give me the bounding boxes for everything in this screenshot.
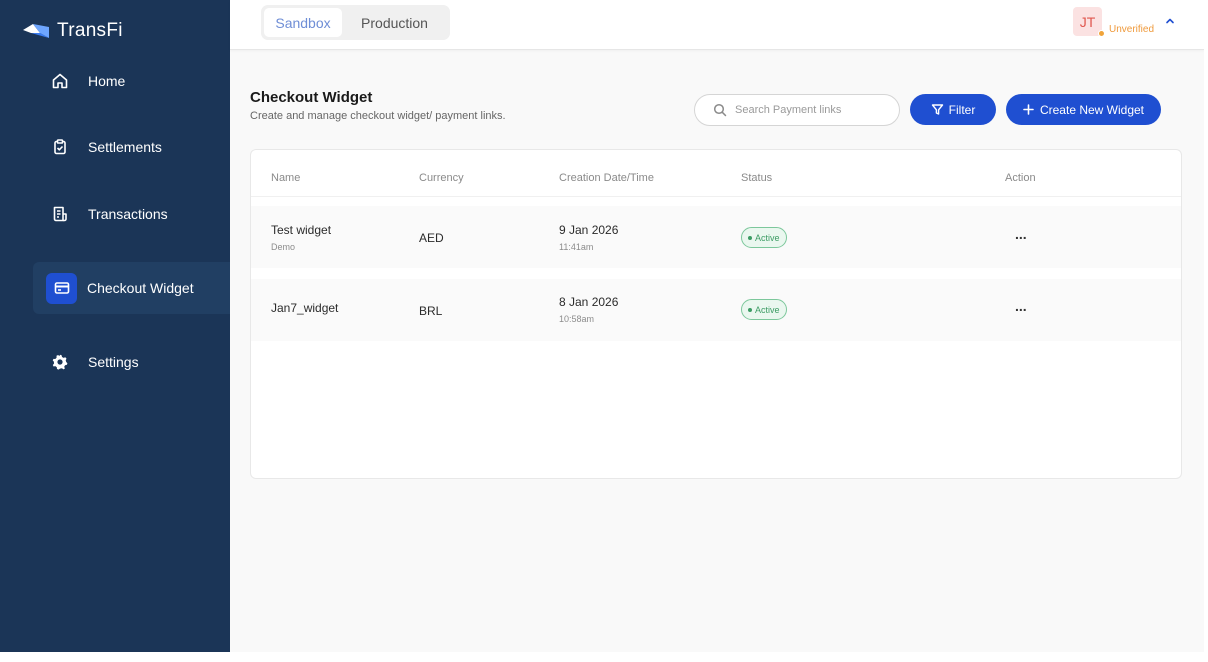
user-menu[interactable]: JT Unverified: [1073, 7, 1176, 37]
sidebar-item-home[interactable]: Home: [33, 55, 230, 107]
avatar-initials: JT: [1079, 13, 1096, 30]
avatar[interactable]: JT: [1073, 7, 1105, 37]
environment-switch: Sandbox Production: [261, 5, 450, 40]
clipboard-check-icon: [45, 132, 75, 162]
credit-card-icon: [46, 272, 77, 304]
document-list-icon: [45, 199, 75, 229]
sidebar-item-transactions[interactable]: Transactions: [33, 188, 230, 240]
search-icon: [713, 103, 727, 117]
search-input[interactable]: [735, 104, 885, 116]
create-label: Create New Widget: [1039, 102, 1145, 117]
app-name: TransFi: [57, 20, 123, 41]
filter-label: Filter: [948, 102, 976, 117]
status-label: Active: [755, 232, 780, 243]
table-row[interactable]: Test widget Demo AED 9 Jan 2026 11:41am …: [251, 206, 1181, 268]
tab-production[interactable]: Production: [342, 8, 447, 37]
status-badge: Active: [741, 299, 787, 320]
sidebar-item-label: Settings: [88, 354, 139, 370]
sidebar: TransFi Home Settlements Transactions Ch…: [0, 0, 230, 652]
creation-time: 10:58am: [559, 314, 595, 324]
widget-currency: BRL: [419, 304, 443, 318]
filter-icon: [931, 104, 943, 115]
table-row[interactable]: Jan7_widget BRL 8 Jan 2026 10:58am Activ…: [251, 279, 1181, 341]
sidebar-item-label: Home: [88, 73, 126, 89]
column-header-name: Name: [271, 172, 301, 184]
widget-name: Test widget: [271, 223, 332, 237]
app-logo[interactable]: TransFi: [22, 20, 123, 42]
creation-time: 11:41am: [559, 242, 594, 252]
gear-icon: [45, 347, 75, 377]
sidebar-item-label: Checkout Widget: [87, 280, 194, 296]
status-dot: [1098, 30, 1105, 37]
plus-icon: [1023, 104, 1034, 115]
status-label: Active: [755, 304, 780, 315]
creation-date: 9 Jan 2026: [559, 223, 619, 237]
create-new-widget-button[interactable]: Create New Widget: [1006, 94, 1161, 125]
tab-sandbox[interactable]: Sandbox: [264, 8, 342, 37]
sidebar-item-label: Settlements: [88, 139, 162, 155]
window-edge: [1204, 0, 1208, 662]
column-header-creation-date: Creation Date/Time: [559, 172, 654, 184]
more-actions-button[interactable]: ...: [1015, 226, 1027, 242]
sidebar-item-settlements[interactable]: Settlements: [33, 121, 230, 173]
verification-status: Unverified: [1109, 24, 1155, 35]
page-subtitle: Create and manage checkout widget/ payme…: [250, 110, 506, 122]
column-header-action: Action: [1005, 172, 1036, 184]
status-dot: [748, 307, 752, 312]
sidebar-item-settings[interactable]: Settings: [33, 336, 230, 388]
creation-date: 8 Jan 2026: [559, 295, 619, 309]
widget-currency: AED: [419, 231, 444, 245]
status-badge: Active: [741, 227, 787, 248]
column-header-currency: Currency: [419, 172, 464, 184]
sidebar-item-checkout-widget[interactable]: Checkout Widget: [33, 262, 230, 314]
home-icon: [45, 66, 75, 96]
more-actions-button[interactable]: ...: [1015, 298, 1027, 314]
table-header: Name Currency Creation Date/Time Status …: [251, 150, 1181, 197]
widgets-table: Name Currency Creation Date/Time Status …: [250, 149, 1182, 479]
widget-name-sub: Demo: [271, 242, 296, 252]
chevron-up-icon[interactable]: [1164, 15, 1176, 27]
page-title: Checkout Widget: [250, 89, 373, 106]
column-header-status: Status: [741, 172, 773, 184]
sidebar-item-label: Transactions: [88, 206, 168, 222]
filter-button[interactable]: Filter: [910, 94, 996, 125]
search-box[interactable]: [694, 94, 900, 126]
status-dot: [748, 235, 752, 240]
top-bar: Sandbox Production JT Unverified: [230, 0, 1204, 50]
transfi-logo-icon: [23, 24, 49, 38]
window-edge: [0, 652, 1208, 662]
main-content: Sandbox Production JT Unverified Checkou…: [230, 0, 1204, 652]
widget-name: Jan7_widget: [271, 301, 339, 315]
